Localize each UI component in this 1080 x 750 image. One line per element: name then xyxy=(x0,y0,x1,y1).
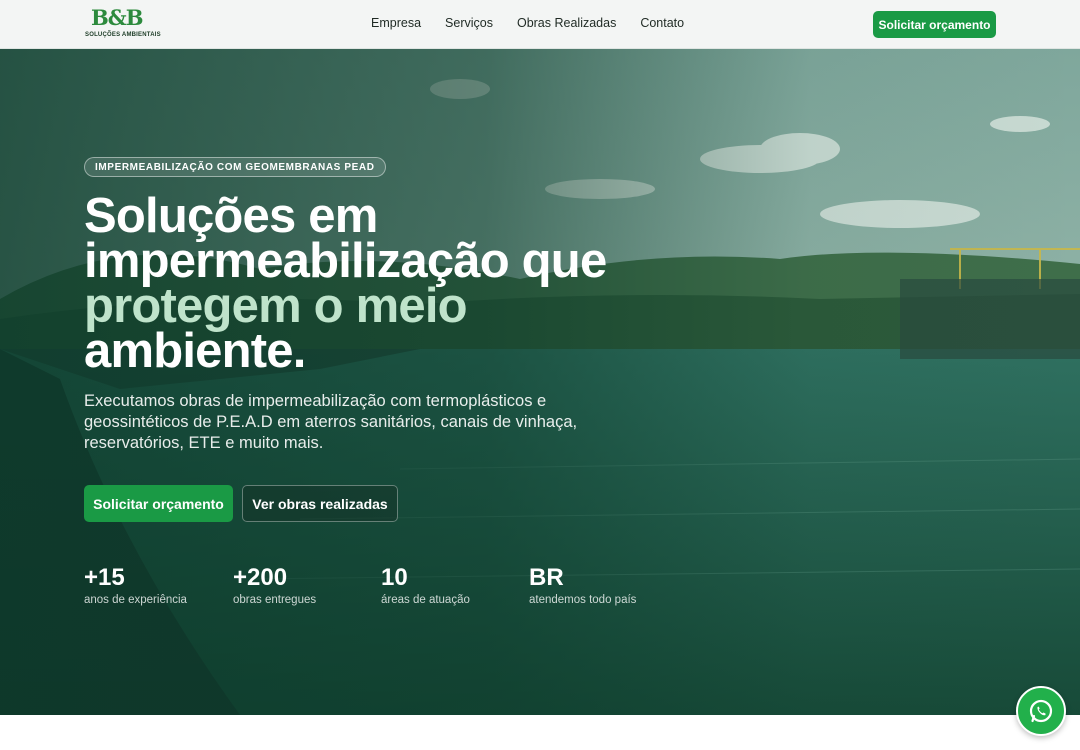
stat-label: áreas de atuação xyxy=(381,594,470,606)
service-badge: IMPERMEABILIZAÇÃO COM GEOMEMBRANAS PEAD xyxy=(84,157,386,177)
hero-overlay xyxy=(0,49,1080,715)
main-nav: Empresa Serviços Obras Realizadas Contat… xyxy=(371,16,708,30)
stat-label: obras entregues xyxy=(233,594,317,606)
whatsapp-icon xyxy=(1029,699,1053,723)
headline-line-2: impermeabilização que xyxy=(84,234,607,288)
whatsapp-button[interactable] xyxy=(1016,686,1066,736)
stat-value: 10 xyxy=(381,564,408,591)
stat-value: +200 xyxy=(233,564,288,591)
headline-line-4: ambiente. xyxy=(84,324,306,378)
header-quote-button[interactable]: Solicitar orçamento xyxy=(873,11,996,38)
stat-coverage: BR atendemos todo país xyxy=(529,564,637,607)
logo-mark: B&B xyxy=(91,5,143,30)
nav-link-obras-realizadas[interactable]: Obras Realizadas xyxy=(517,16,616,30)
stat-projects: +200 obras entregues xyxy=(233,564,317,607)
hero-headline: Soluções em impermeabilização que proteg… xyxy=(84,189,644,378)
nav-link-contato[interactable]: Contato xyxy=(640,16,684,30)
view-projects-button[interactable]: Ver obras realizadas xyxy=(242,485,398,522)
site-header: B&B SOLUÇÕES AMBIENTAIS Empresa Serviços… xyxy=(0,0,1080,49)
brand-logo[interactable]: B&B SOLUÇÕES AMBIENTAIS xyxy=(85,5,161,41)
stat-value: BR xyxy=(529,564,564,591)
stat-label: anos de experiência xyxy=(84,594,187,606)
logo-subtitle: SOLUÇÕES AMBIENTAIS xyxy=(85,32,161,38)
stat-experience: +15 anos de experiência xyxy=(84,564,187,607)
nav-link-servicos[interactable]: Serviços xyxy=(445,16,493,30)
stat-label: atendemos todo país xyxy=(529,594,637,606)
request-quote-button[interactable]: Solicitar orçamento xyxy=(84,485,233,522)
hero-section: IMPERMEABILIZAÇÃO COM GEOMEMBRANAS PEAD … xyxy=(0,49,1080,715)
stat-areas: 10 áreas de atuação xyxy=(381,564,470,607)
stat-value: +15 xyxy=(84,564,125,591)
headline-accent: protegem o meio xyxy=(84,279,468,333)
headline-line-1: Soluções em xyxy=(84,189,378,243)
nav-link-empresa[interactable]: Empresa xyxy=(371,16,421,30)
hero-description: Executamos obras de impermeabilização co… xyxy=(84,392,578,452)
